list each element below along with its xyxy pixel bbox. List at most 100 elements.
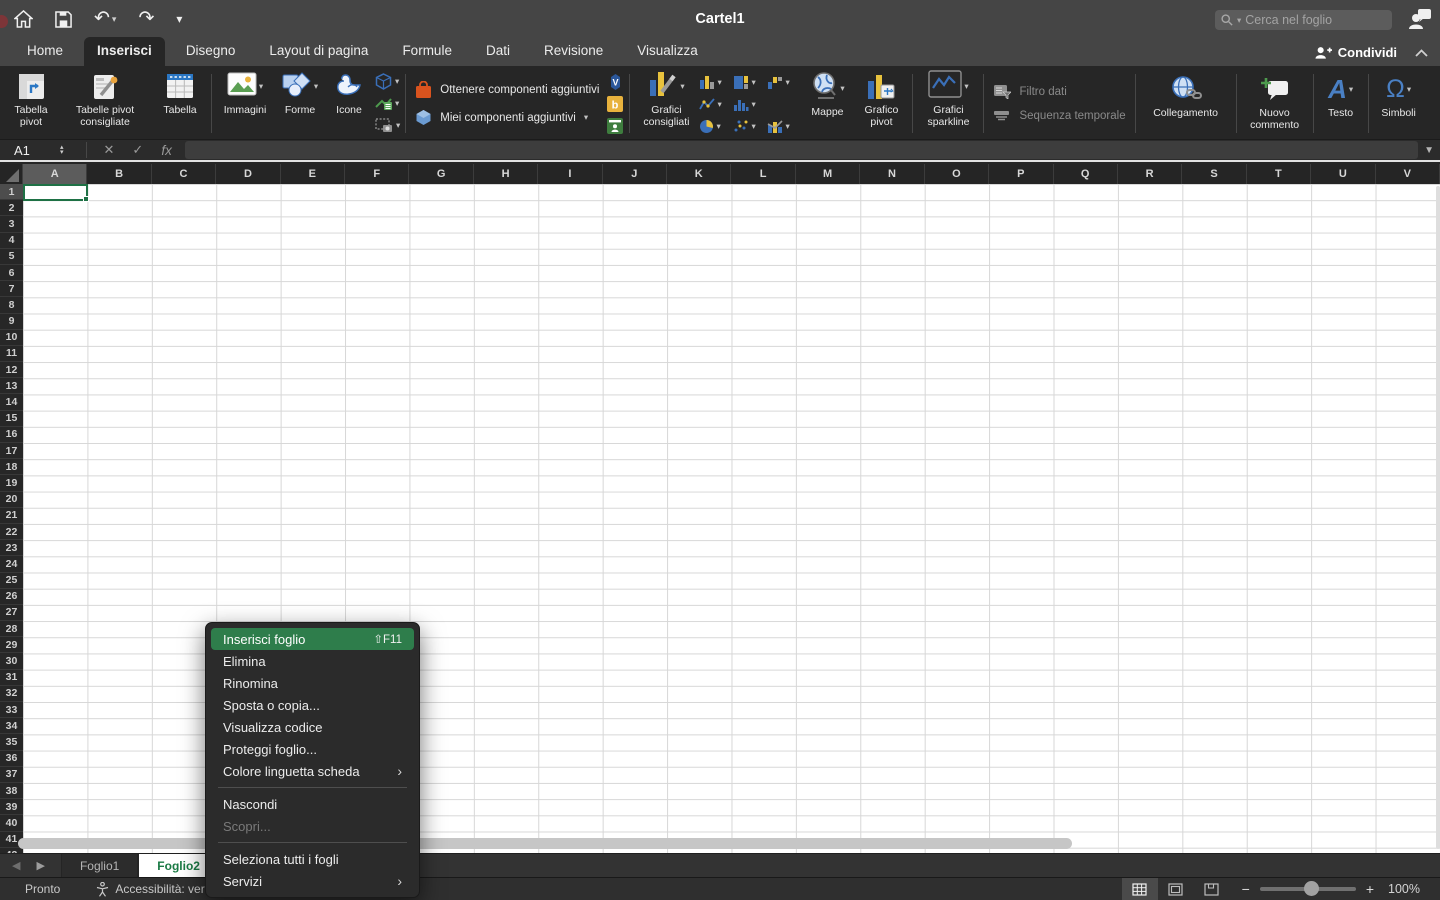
people-graph-button[interactable] — [607, 117, 624, 134]
column-header-j[interactable]: J — [603, 164, 667, 184]
zoom-level[interactable]: 100% — [1388, 882, 1420, 896]
images-button[interactable]: ▾ Immagini — [215, 68, 275, 139]
column-header-g[interactable]: G — [409, 164, 473, 184]
timeline-button[interactable]: Sequenza temporale — [993, 109, 1125, 123]
column-header-a[interactable]: A — [23, 164, 87, 184]
column-header-k[interactable]: K — [667, 164, 731, 184]
column-header-v[interactable]: V — [1376, 164, 1440, 184]
row-header-4[interactable]: 4 — [0, 233, 23, 249]
recommended-charts-button[interactable]: ▾ Grafici consigliati — [633, 68, 699, 139]
insert-pie-chart-button[interactable]: ▾ — [699, 119, 733, 134]
fill-handle[interactable] — [83, 196, 89, 202]
row-header-1[interactable]: 1 — [0, 184, 23, 200]
column-header-s[interactable]: S — [1182, 164, 1246, 184]
formula-bar-expand-icon[interactable]: ▼ — [1424, 145, 1434, 156]
next-sheet-icon[interactable]: ▶ — [36, 859, 44, 872]
text-button[interactable]: A ▾ Testo — [1317, 68, 1365, 139]
row-header-38[interactable]: 38 — [0, 783, 23, 799]
column-header-u[interactable]: U — [1311, 164, 1375, 184]
row-header-9[interactable]: 9 — [0, 314, 23, 330]
row-header-23[interactable]: 23 — [0, 540, 23, 556]
row-header-15[interactable]: 15 — [0, 411, 23, 427]
row-header-25[interactable]: 25 — [0, 573, 23, 589]
recommended-pivot-button[interactable]: Tabelle pivot consigliate — [58, 68, 152, 139]
row-header-16[interactable]: 16 — [0, 427, 23, 443]
zoom-slider-thumb[interactable] — [1304, 881, 1319, 896]
name-box[interactable]: A1 — [0, 143, 60, 158]
row-header-19[interactable]: 19 — [0, 475, 23, 491]
sparklines-dropdown-icon[interactable]: ▾ — [964, 81, 968, 92]
new-comment-button[interactable]: Nuovo commento — [1240, 68, 1310, 139]
insert-scatter-chart-button[interactable]: ▾ — [733, 119, 767, 133]
enter-icon[interactable]: ✓ — [132, 142, 143, 158]
page-layout-view-button[interactable] — [1158, 878, 1194, 900]
row-header-27[interactable]: 27 — [0, 605, 23, 621]
row-header-3[interactable]: 3 — [0, 216, 23, 232]
cancel-icon[interactable]: ✕ — [104, 142, 115, 158]
insert-column-chart-button[interactable]: ▾ — [699, 75, 733, 89]
column-header-f[interactable]: F — [345, 164, 409, 184]
row-header-33[interactable]: 33 — [0, 702, 23, 718]
row-header-13[interactable]: 13 — [0, 378, 23, 394]
column-header-m[interactable]: M — [796, 164, 860, 184]
menu-item-inserisci-foglio[interactable]: Inserisci foglio⇧F11 — [211, 628, 414, 650]
column-header-o[interactable]: O — [925, 164, 989, 184]
tab-revisione[interactable]: Revisione — [531, 37, 616, 66]
normal-view-button[interactable] — [1122, 878, 1158, 900]
menu-item-rinomina[interactable]: Rinomina — [211, 672, 414, 694]
menu-item-nascondi[interactable]: Nascondi — [211, 793, 414, 815]
sheet-tab-foglio1[interactable]: Foglio1 — [61, 854, 138, 877]
insert-hierarchy-chart-button[interactable]: ▾ — [733, 75, 767, 89]
text-dropdown-icon[interactable]: ▾ — [1349, 84, 1353, 95]
row-header-12[interactable]: 12 — [0, 362, 23, 378]
row-header-34[interactable]: 34 — [0, 718, 23, 734]
screenshot-dropdown-icon[interactable]: ▾ — [396, 120, 400, 131]
row-header-10[interactable]: 10 — [0, 330, 23, 346]
slicer-button[interactable]: Filtro dati — [993, 84, 1125, 99]
tab-formule[interactable]: Formule — [389, 37, 465, 66]
my-addins-button[interactable]: Miei componenti aggiuntivi ▾ — [415, 109, 599, 126]
row-header-22[interactable]: 22 — [0, 524, 23, 540]
row-header-39[interactable]: 39 — [0, 799, 23, 815]
row-header-11[interactable]: 11 — [0, 346, 23, 362]
menu-item-proteggi-foglio[interactable]: Proteggi foglio... — [211, 738, 414, 760]
column-header-l[interactable]: L — [731, 164, 795, 184]
row-header-7[interactable]: 7 — [0, 281, 23, 297]
symbols-button[interactable]: Ω ▾ Simboli — [1372, 68, 1426, 139]
menu-item-seleziona-tutti-i-fogli[interactable]: Seleziona tutti i fogli — [211, 848, 414, 870]
menu-item-elimina[interactable]: Elimina — [211, 650, 414, 672]
menu-item-visualizza-codice[interactable]: Visualizza codice — [211, 716, 414, 738]
pivot-chart-button[interactable]: Grafico pivot — [853, 68, 909, 139]
insert-waterfall-chart-button[interactable]: ▾ — [767, 75, 801, 89]
column-header-h[interactable]: H — [474, 164, 538, 184]
menu-item-sposta-o-copia[interactable]: Sposta o copia... — [211, 694, 414, 716]
icons-button[interactable]: Icone — [325, 68, 373, 139]
smartart-button[interactable]: ▾ — [375, 95, 400, 112]
row-header-28[interactable]: 28 — [0, 621, 23, 637]
formula-input[interactable] — [185, 141, 1418, 159]
row-header-30[interactable]: 30 — [0, 653, 23, 669]
column-header-b[interactable]: B — [87, 164, 151, 184]
row-header-20[interactable]: 20 — [0, 492, 23, 508]
get-addins-button[interactable]: Ottenere componenti aggiuntivi — [415, 81, 599, 99]
insert-statistic-chart-button[interactable]: ▾ — [733, 97, 767, 111]
smartart-dropdown-icon[interactable]: ▾ — [395, 98, 399, 109]
row-header-24[interactable]: 24 — [0, 556, 23, 572]
column-header-c[interactable]: C — [152, 164, 216, 184]
name-box-stepper[interactable]: ▴▾ — [60, 145, 64, 155]
row-header-26[interactable]: 26 — [0, 589, 23, 605]
maps-dropdown-icon[interactable]: ▾ — [840, 83, 844, 94]
visio-data-button[interactable]: V — [607, 73, 624, 90]
zoom-out-button[interactable]: − — [1242, 881, 1250, 897]
table-button[interactable]: Tabella — [152, 68, 208, 139]
column-header-r[interactable]: R — [1118, 164, 1182, 184]
horizontal-scrollbar[interactable] — [18, 838, 1072, 849]
maps-button[interactable]: ▾ Mappe — [801, 68, 853, 139]
tab-inserisci[interactable]: Inserisci — [84, 37, 165, 66]
column-header-q[interactable]: Q — [1054, 164, 1118, 184]
row-header-6[interactable]: 6 — [0, 265, 23, 281]
tab-visualizza[interactable]: Visualizza — [624, 37, 711, 66]
collapse-ribbon-icon[interactable] — [1415, 49, 1428, 57]
3d-models-button[interactable]: ▾ — [375, 73, 400, 90]
row-header-8[interactable]: 8 — [0, 297, 23, 313]
